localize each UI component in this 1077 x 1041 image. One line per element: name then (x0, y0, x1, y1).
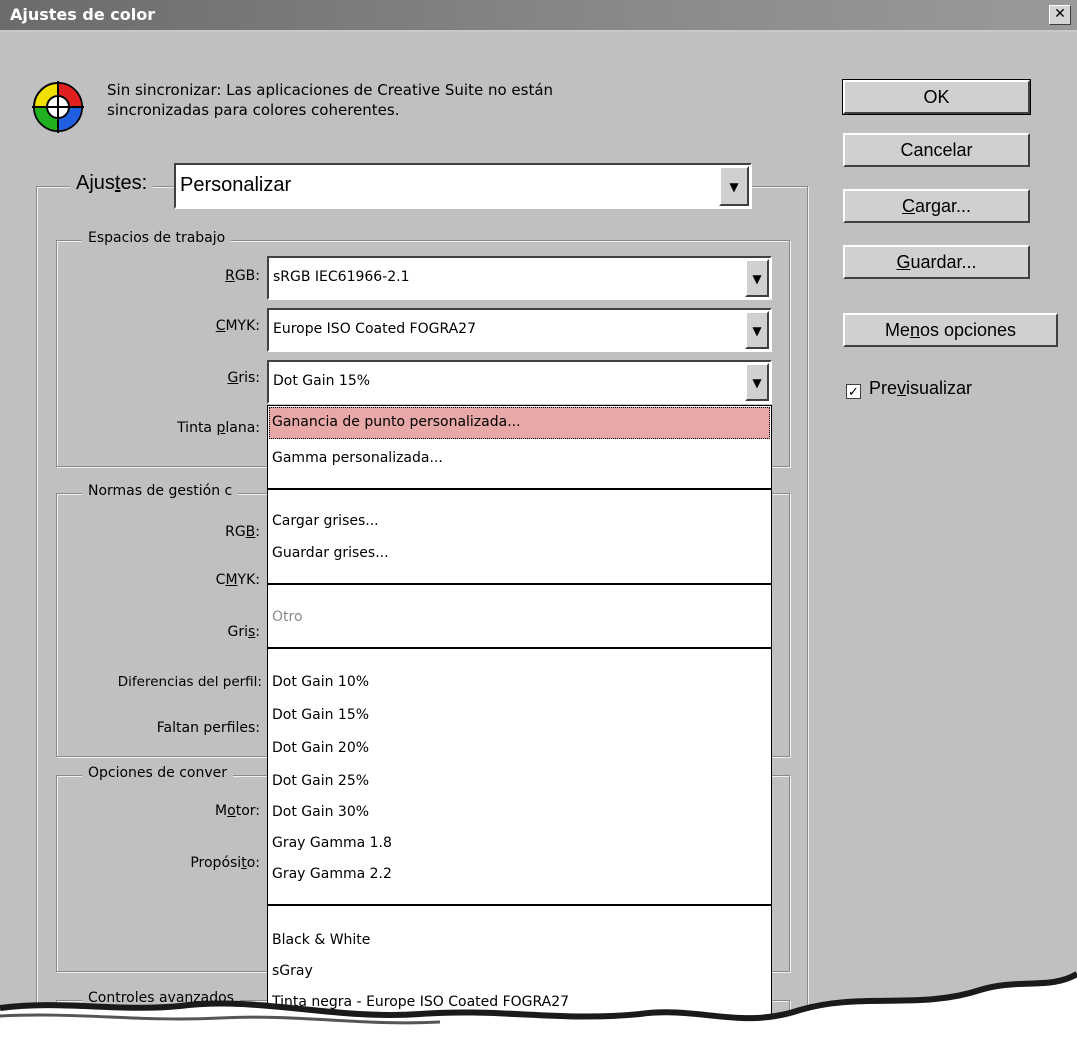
dropdown-item[interactable]: Ganancia de punto personalizada... (272, 414, 521, 430)
separator (268, 488, 771, 490)
dropdown-item-other: Otro (272, 609, 303, 625)
preview-checkbox[interactable]: ✓ (846, 384, 861, 399)
load-button[interactable]: Cargar... (843, 189, 1030, 223)
policies-legend: Normas de gestión c (82, 483, 239, 499)
close-button[interactable]: ✕ (1049, 5, 1071, 25)
color-sync-icon (32, 81, 84, 133)
torn-edge-decoration (0, 971, 1077, 1041)
working-spaces-legend: Espacios de trabajo (82, 230, 232, 246)
title-bar: Ajustes de color ✕ (0, 0, 1077, 32)
close-icon: ✕ (1054, 6, 1066, 22)
gray-label: Gris: (227, 370, 260, 386)
preview-label: Previsualizar (869, 378, 973, 398)
conversion-legend: Opciones de conver (82, 765, 234, 781)
gray-workspace-select[interactable]: Dot Gain 15% ▼ (267, 360, 772, 404)
ok-button[interactable]: OK (842, 79, 1031, 115)
chevron-down-icon[interactable]: ▼ (745, 311, 769, 349)
dropdown-item[interactable]: Gray Gamma 1.8 (272, 835, 392, 851)
color-settings-dialog: Ajustes de color ✕ Sin sincronizar: Las … (0, 0, 1077, 1041)
dropdown-item[interactable]: Dot Gain 30% (272, 804, 369, 820)
fewer-options-button[interactable]: Menos opciones (843, 313, 1058, 347)
cmyk-workspace-select[interactable]: Europe ISO Coated FOGRA27 ▼ (267, 308, 772, 352)
cmyk-label: CMYK: (215, 318, 260, 334)
dropdown-item[interactable]: Gamma personalizada... (272, 450, 443, 466)
checkmark-icon: ✓ (848, 384, 859, 399)
intent-label: Propósito: (190, 855, 260, 871)
preview-checkbox-row[interactable]: ✓ Previsualizar (846, 378, 972, 399)
cancel-button[interactable]: Cancelar (843, 133, 1030, 167)
chevron-down-icon[interactable]: ▼ (745, 259, 769, 297)
sync-status-line2: sincronizadas para colores coherentes. (107, 101, 400, 119)
missing-profiles-label: Faltan perfiles: (156, 720, 260, 736)
dropdown-item[interactable]: Dot Gain 20% (272, 740, 369, 756)
policy-gray-label: Gris: (227, 624, 260, 640)
separator (268, 647, 771, 649)
profile-mismatch-label: Diferencias del perfil: (117, 674, 262, 690)
spot-label: Tinta plana: (177, 420, 260, 436)
settings-label: Ajuses:tes: (70, 172, 154, 195)
dropdown-item[interactable]: Guardar grises... (272, 545, 389, 561)
dropdown-item[interactable]: Dot Gain 25% (272, 773, 369, 789)
dropdown-item[interactable]: Dot Gain 15% (272, 707, 369, 723)
separator (268, 583, 771, 585)
sync-status-line1: Sin sincronizar: Las aplicaciones de Cre… (107, 81, 554, 99)
settings-select[interactable]: Personalizar ▼ (174, 163, 752, 209)
dropdown-item[interactable]: Gray Gamma 2.2 (272, 866, 392, 882)
policy-rgb-label: RGB: (225, 524, 260, 540)
dropdown-item[interactable]: Cargar grises... (272, 513, 379, 529)
sync-status-text: Sin sincronizar: Las aplicaciones de Cre… (107, 80, 553, 120)
separator (268, 904, 771, 906)
dialog-title: Ajustes de color (10, 5, 156, 24)
chevron-down-icon[interactable]: ▼ (745, 363, 769, 401)
engine-label: Motor: (215, 803, 260, 819)
rgb-label: RGB: (225, 268, 260, 284)
rgb-workspace-select[interactable]: sRGB IEC61966-2.1 ▼ (267, 256, 772, 300)
dropdown-item[interactable]: Dot Gain 10% (272, 674, 369, 690)
chevron-down-icon[interactable]: ▼ (719, 166, 749, 206)
save-button[interactable]: Guardar... (843, 245, 1030, 279)
policy-cmyk-label: CMYK: (215, 572, 260, 588)
